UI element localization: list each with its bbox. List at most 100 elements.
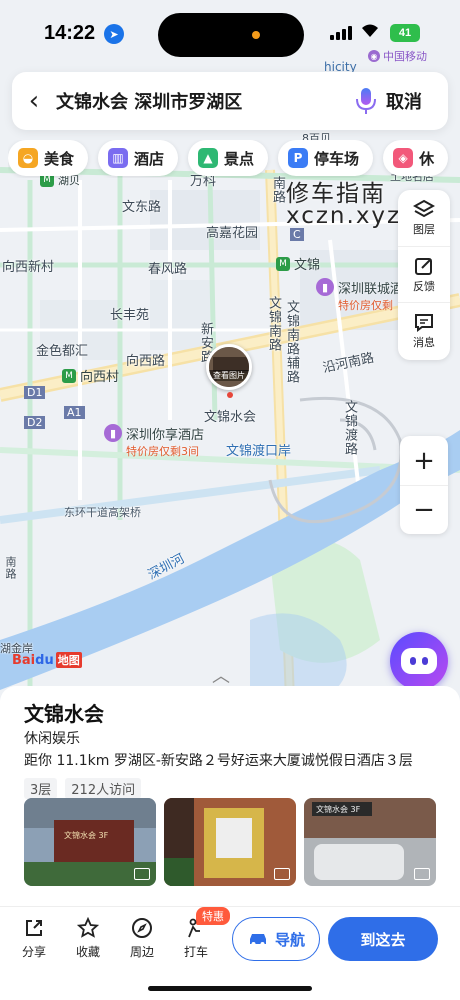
metro-wenjin[interactable]: M 文锦 bbox=[276, 254, 320, 273]
baidu-logo-part1: Bai bbox=[12, 652, 36, 668]
layers-icon bbox=[413, 199, 435, 218]
exit-a1: A1 bbox=[64, 406, 85, 419]
map-label-xiangxi-rd: 向西路 bbox=[126, 354, 166, 369]
food-icon: ◒ bbox=[18, 148, 38, 168]
chip-scenic[interactable]: ▲ 景点 bbox=[188, 140, 269, 176]
carrier-name: 中国移动 bbox=[383, 50, 427, 63]
cellular-signal-icon bbox=[330, 26, 352, 40]
baidu-map-logo: Bai du 地图 bbox=[12, 652, 82, 668]
map-label-xiangxi-village: 向西新村 bbox=[2, 260, 55, 275]
search-bar[interactable]: ‹ 文锦水会 深圳市罗湖区 取消 bbox=[12, 72, 448, 130]
layers-button[interactable]: 图层 bbox=[398, 190, 450, 246]
map-label-nan-rd: 南路 bbox=[4, 556, 17, 580]
metro-icon: M bbox=[276, 256, 290, 271]
wifi-icon bbox=[360, 22, 380, 43]
feedback-icon bbox=[415, 257, 432, 275]
photo-street[interactable]: 文锦水会 3F bbox=[304, 798, 436, 886]
image-icon bbox=[134, 868, 150, 880]
hotel-icon: ▮ bbox=[316, 278, 334, 296]
watermark-line2: xczn.xyz bbox=[286, 203, 402, 229]
poi-hotel-liancheng-deal: 特价房仅剩 bbox=[338, 299, 393, 312]
photo-entrance-sign: 文锦水会 3F bbox=[64, 830, 109, 840]
chip-hotel-label: 酒店 bbox=[134, 149, 165, 168]
chip-parking-label: 停车场 bbox=[314, 149, 360, 168]
marker-caption: 查看图片 bbox=[209, 370, 249, 381]
place-address[interactable]: 距你 11.1km 罗湖区-新安路２号好运来大厦诚悦假日酒店３层 bbox=[24, 750, 413, 770]
chip-leisure-label: 休 bbox=[419, 149, 435, 168]
carrier-icon: ◉ bbox=[368, 50, 380, 62]
share-button[interactable]: 分享 bbox=[14, 917, 54, 960]
map-label-wendong-rd: 文东路 bbox=[122, 200, 162, 215]
navigate-button[interactable]: 导航 bbox=[232, 917, 320, 961]
sheet-drag-handle[interactable]: ︿ bbox=[212, 662, 230, 688]
taxi-label: 打车 bbox=[183, 945, 208, 959]
place-info-sheet: 文锦水会 休闲娱乐 距你 11.1km 罗湖区-新安路２号好运来大厦诚悦假日酒店… bbox=[0, 686, 460, 906]
layers-label: 图层 bbox=[413, 223, 435, 236]
tag-floor: 3层 bbox=[24, 778, 58, 799]
metro-icon: M bbox=[62, 368, 76, 383]
photo-gallery: 文锦水会 3F 文锦水会 3F bbox=[24, 798, 436, 886]
map-label-gaoxin-garden: 高嘉花园 bbox=[206, 226, 259, 241]
place-tags: 3层 212人访问 bbox=[24, 778, 142, 799]
status-time: 14:22 bbox=[44, 22, 96, 44]
metro-xiangxi[interactable]: M 向西村 bbox=[62, 366, 119, 385]
back-arrow-icon[interactable]: ‹ bbox=[12, 72, 56, 130]
message-icon bbox=[415, 313, 433, 332]
cancel-button[interactable]: 取消 bbox=[386, 88, 448, 114]
exit-c: C bbox=[290, 228, 304, 241]
image-icon bbox=[414, 868, 430, 880]
chip-scenic-label: 景点 bbox=[224, 149, 255, 168]
favorite-label: 收藏 bbox=[75, 945, 100, 959]
zoom-out-button[interactable]: − bbox=[400, 485, 448, 534]
search-query[interactable]: 文锦水会 深圳市罗湖区 bbox=[56, 88, 346, 114]
chip-parking[interactable]: P 停车场 bbox=[278, 140, 374, 176]
navigate-label: 导航 bbox=[274, 930, 305, 949]
favorite-button[interactable]: 收藏 bbox=[68, 917, 108, 960]
map-label-wenjin-du-rd: 文锦渡路 bbox=[342, 400, 357, 456]
poi-hotel-nixiang-deal: 特价房仅剩3间 bbox=[126, 445, 199, 458]
baidu-logo-part2: du bbox=[35, 652, 54, 668]
image-icon bbox=[274, 868, 290, 880]
chip-leisure[interactable]: ◈ 休 bbox=[383, 140, 449, 176]
map-label-wenjin-south-rd: 文锦南路 bbox=[266, 296, 281, 352]
exit-d2: D2 bbox=[24, 416, 46, 429]
ai-assistant-button[interactable] bbox=[390, 632, 448, 690]
zoom-in-button[interactable]: + bbox=[400, 436, 448, 485]
hotel-icon: ▥ bbox=[108, 148, 129, 168]
chip-hotel[interactable]: ▥ 酒店 bbox=[98, 140, 179, 176]
battery-indicator: 41 bbox=[390, 24, 420, 42]
chip-food[interactable]: ◒ 美食 bbox=[8, 140, 89, 176]
taxi-button[interactable]: 打车 bbox=[176, 917, 216, 960]
feedback-label: 反馈 bbox=[413, 279, 435, 293]
category-chips: ◒ 美食 ▥ 酒店 ▲ 景点 P 停车场 ◈ 休 bbox=[8, 140, 460, 178]
hotel-icon: ▮ bbox=[104, 424, 122, 442]
star-icon bbox=[77, 917, 99, 939]
tag-visitors: 212人访问 bbox=[65, 778, 142, 799]
go-here-button[interactable]: 到这去 bbox=[328, 917, 438, 961]
taxi-icon bbox=[185, 917, 207, 939]
location-arrow-icon: ➤ bbox=[104, 24, 124, 44]
status-bar: 14:22 ➤ 41 ◉ 中国移动 hicity bbox=[0, 0, 460, 74]
parking-icon: P bbox=[288, 148, 309, 168]
leisure-icon: ◈ bbox=[393, 148, 414, 168]
photo-lockers[interactable] bbox=[164, 798, 296, 886]
poi-hotel-nixiang[interactable]: ▮ 深圳你享酒店 特价房仅剩3间 bbox=[104, 424, 204, 459]
car-icon bbox=[249, 934, 266, 946]
map-label-place: 文锦水会 bbox=[204, 410, 257, 425]
home-indicator[interactable] bbox=[148, 986, 312, 991]
photo-entrance[interactable]: 文锦水会 3F bbox=[24, 798, 156, 886]
feedback-button[interactable]: 反馈 bbox=[398, 246, 450, 302]
zoom-controls: + − bbox=[400, 436, 448, 534]
map-label-jinse-duhui: 金色都汇 bbox=[36, 344, 89, 359]
baidu-logo-part3: 地图 bbox=[55, 652, 82, 668]
poi-hotel-nixiang-name: 深圳你享酒店 bbox=[126, 428, 205, 443]
robot-icon bbox=[401, 648, 437, 674]
voice-input-icon[interactable] bbox=[346, 81, 386, 121]
place-photo-marker[interactable]: 查看图片 bbox=[206, 344, 252, 390]
poi-hotel-liancheng-name: 深圳联城酒 bbox=[338, 282, 404, 297]
message-button[interactable]: 消息 bbox=[398, 302, 450, 358]
map-label-donghuan: 东环干道高架桥 bbox=[64, 506, 141, 519]
poi-hotel-liancheng[interactable]: ▮ 深圳联城酒 特价房仅剩 bbox=[316, 278, 403, 313]
compass-icon bbox=[131, 917, 153, 939]
nearby-button[interactable]: 周边 bbox=[122, 917, 162, 960]
